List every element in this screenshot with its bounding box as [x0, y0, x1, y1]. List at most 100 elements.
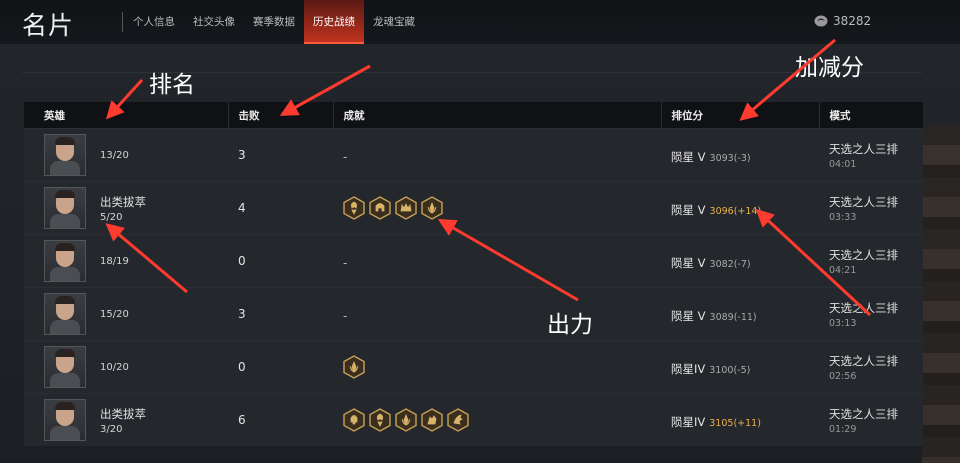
score-value: 3093(-3) [709, 152, 751, 164]
annotation-output: 出力 [547, 312, 593, 338]
wreath-icon [343, 355, 365, 379]
column-header-kills: 击败 [227, 102, 333, 129]
hero-portrait[interactable] [44, 134, 86, 176]
kills-cell: 6 [228, 393, 333, 446]
table-row[interactable]: 出类拔萃 3/20 6 陨星IV 3105(+11) 天选之人三排 01:29 [24, 393, 923, 446]
achievements-cell [333, 181, 661, 235]
wreath-icon [395, 408, 417, 432]
tab-season-data[interactable]: 赛季数据 [244, 0, 304, 44]
score-value: 3100(-5) [709, 364, 751, 376]
placement-rank: 10/20 [100, 361, 129, 373]
game-mode: 天选之人三排 [829, 406, 898, 421]
rank-tier: 陨星 V [671, 149, 706, 164]
rank-tier: 陨星IV [671, 414, 706, 429]
column-header-hero: 英雄 [24, 102, 228, 129]
game-mode: 天选之人三排 [829, 300, 898, 315]
currency-value: 38282 [833, 14, 872, 28]
tab-bar: 个人信息 社交头像 赛季数据 历史战绩 龙魂宝藏 [124, 0, 424, 44]
tab-match-history[interactable]: 历史战绩 [304, 0, 364, 44]
match-duration: 02:56 [829, 370, 857, 382]
mode-cell: 天选之人三排 01:29 [819, 393, 923, 446]
rank-score-cell: 陨星 V 3096(+14) [661, 181, 819, 235]
kills-cell: 0 [228, 340, 333, 394]
mode-cell: 天选之人三排 03:33 [819, 181, 923, 235]
hero-portrait[interactable] [44, 240, 86, 282]
currency-display: 38282 [814, 14, 871, 28]
table-row[interactable]: 13/20 3 - 陨星 V 3093(-3) 天选之人三排 04:01 [24, 128, 923, 182]
mode-cell: 天选之人三排 04:21 [819, 234, 923, 288]
table-row[interactable]: 出类拔萃 5/20 4 陨星 V 3096(+14) 天选之人三排 03:33 [24, 181, 923, 235]
kills-cell: 0 [228, 234, 333, 288]
helmet-icon [369, 196, 391, 220]
mode-cell: 天选之人三排 03:13 [819, 287, 923, 341]
kills-cell: 3 [228, 128, 333, 182]
hero-portrait[interactable] [44, 399, 86, 441]
tab-social-avatar[interactable]: 社交头像 [184, 0, 244, 44]
column-header-rank-score: 排位分 [660, 102, 819, 129]
annotation-score-change: 加减分 [795, 55, 864, 81]
score-value: 3105(+11) [709, 417, 761, 429]
hero-cell: 出类拔萃 3/20 [24, 393, 228, 446]
rank-score-cell: 陨星IV 3100(-5) [661, 340, 819, 394]
hero-cell: 出类拔萃 5/20 [24, 181, 228, 235]
achievements-cell [333, 340, 661, 394]
match-title: 出类拔萃 [100, 406, 146, 421]
crown-icon [395, 196, 417, 220]
rank-tier: 陨星 V [671, 202, 706, 217]
hero-portrait[interactable] [44, 346, 86, 388]
hero-portrait[interactable] [44, 293, 86, 335]
tab-personal-info[interactable]: 个人信息 [124, 0, 184, 44]
wreath-icon [421, 196, 443, 220]
rank-tier: 陨星IV [671, 361, 706, 376]
hero-cell: 15/20 [24, 287, 228, 341]
rank-score-cell: 陨星 V 3089(-11) [661, 287, 819, 341]
placement-rank: 18/19 [100, 255, 129, 267]
achievements-cell: - [333, 128, 661, 182]
tab-dragon-treasure[interactable]: 龙魂宝藏 [364, 0, 424, 44]
hero-cell: 18/19 [24, 234, 228, 288]
placement-rank: 5/20 [100, 211, 123, 223]
side-decoration [922, 125, 960, 463]
hero-cell: 10/20 [24, 340, 228, 394]
score-value: 3096(+14) [709, 205, 762, 217]
achievements-cell [333, 393, 661, 446]
no-achievement: - [343, 308, 348, 323]
match-duration: 01:29 [829, 423, 857, 435]
achievements-cell: - [333, 287, 661, 341]
match-duration: 04:21 [829, 264, 857, 276]
hero-portrait[interactable] [44, 187, 86, 229]
rank-score-cell: 陨星 V 3082(-7) [661, 234, 819, 288]
table-row[interactable]: 18/19 0 - 陨星 V 3082(-7) 天选之人三排 04:21 [24, 234, 923, 288]
coin-icon [814, 15, 828, 27]
table-header-row: 英雄 击败 成就 排位分 模式 [24, 102, 923, 129]
mode-cell: 天选之人三排 02:56 [819, 340, 923, 394]
table-row[interactable]: 10/20 0 陨星IV 3100(-5) 天选之人三排 02:56 [24, 340, 923, 394]
skull-icon [343, 408, 365, 432]
match-title: 出类拔萃 [100, 194, 146, 209]
achievements-cell: - [333, 234, 661, 288]
kills-cell: 3 [228, 287, 333, 341]
game-mode: 天选之人三排 [829, 141, 898, 156]
score-value: 3089(-11) [709, 311, 757, 323]
mode-cell: 天选之人三排 04:01 [819, 128, 923, 182]
rank-score-cell: 陨星IV 3105(+11) [661, 393, 819, 446]
no-achievement: - [343, 149, 348, 164]
achievement-badges [343, 196, 661, 220]
column-header-achievements: 成就 [332, 102, 661, 129]
page-title: 名片 [22, 11, 75, 40]
annotation-ranking: 排名 [149, 72, 195, 98]
match-history-table: 英雄 击败 成就 排位分 模式 13/20 3 - 陨星 V3093(-3) [24, 102, 923, 446]
column-header-mode: 模式 [818, 102, 923, 129]
game-mode: 天选之人三排 [829, 353, 898, 368]
match-duration: 03:33 [829, 211, 857, 223]
achievement-badges [343, 408, 661, 432]
top-bar: 名片 个人信息 社交头像 赛季数据 历史战绩 龙魂宝藏 38282 [0, 0, 960, 44]
table-row[interactable]: 15/20 3 - 陨星 V 3089(-11) 天选之人三排 03:13 [24, 287, 923, 341]
achievement-badges [343, 355, 661, 379]
game-mode: 天选之人三排 [829, 247, 898, 262]
placement-rank: 3/20 [100, 423, 123, 435]
divider [122, 12, 123, 32]
match-duration: 03:13 [829, 317, 857, 329]
no-achievement: - [343, 255, 348, 270]
match-duration: 04:01 [829, 158, 857, 170]
